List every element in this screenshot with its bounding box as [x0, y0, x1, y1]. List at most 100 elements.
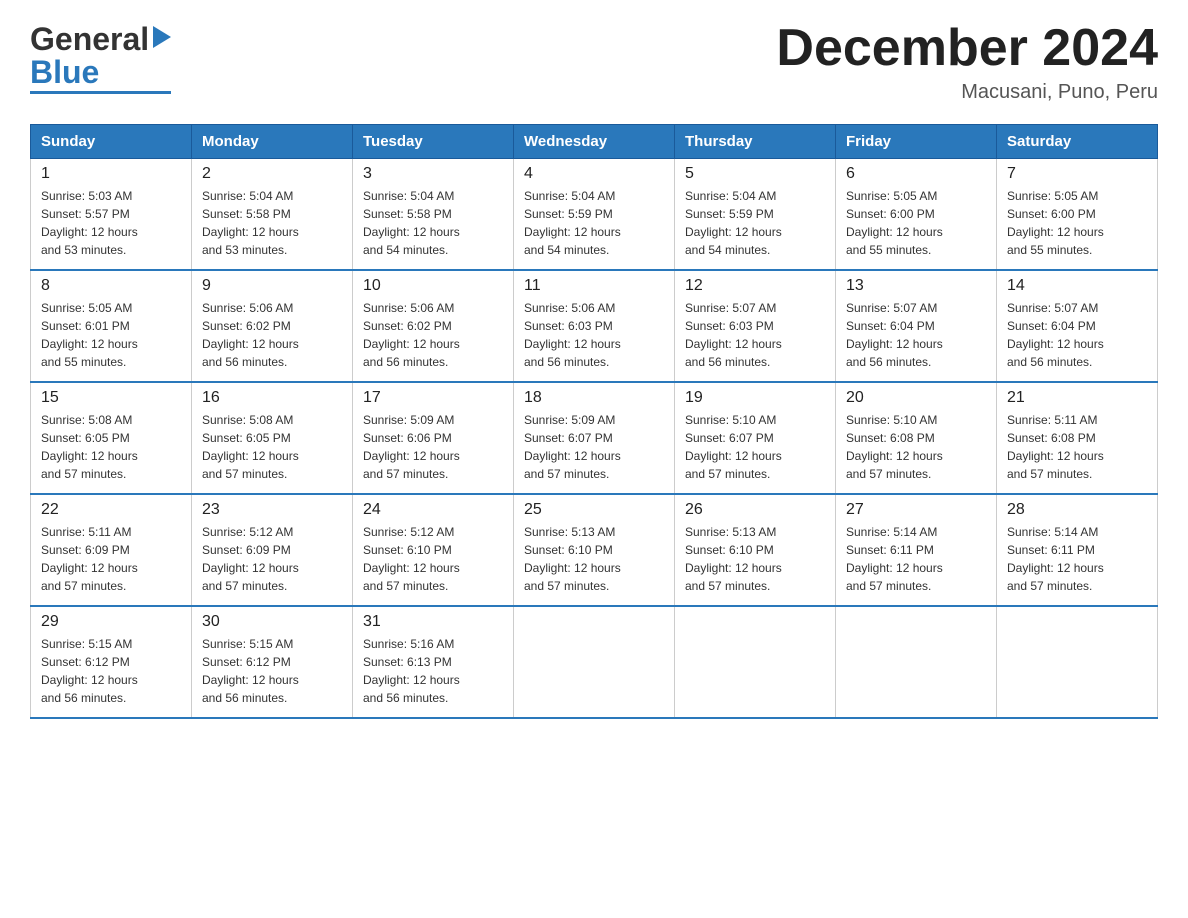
day-number: 17 — [363, 389, 503, 407]
calendar-header-row: Sunday Monday Tuesday Wednesday Thursday… — [31, 125, 1158, 159]
day-info: Sunrise: 5:13 AM Sunset: 6:10 PM Dayligh… — [524, 523, 664, 595]
header-thursday: Thursday — [675, 125, 836, 159]
calendar-day-cell: 22 Sunrise: 5:11 AM Sunset: 6:09 PM Dayl… — [31, 494, 192, 606]
day-number: 13 — [846, 277, 986, 295]
day-number: 27 — [846, 501, 986, 519]
calendar-day-cell: 1 Sunrise: 5:03 AM Sunset: 5:57 PM Dayli… — [31, 159, 192, 271]
location-text: Macusani, Puno, Peru — [776, 81, 1158, 104]
calendar-day-cell: 9 Sunrise: 5:06 AM Sunset: 6:02 PM Dayli… — [192, 270, 353, 382]
day-number: 20 — [846, 389, 986, 407]
header-tuesday: Tuesday — [353, 125, 514, 159]
day-number: 22 — [41, 501, 181, 519]
day-info: Sunrise: 5:09 AM Sunset: 6:06 PM Dayligh… — [363, 411, 503, 483]
day-info: Sunrise: 5:10 AM Sunset: 6:07 PM Dayligh… — [685, 411, 825, 483]
day-number: 16 — [202, 389, 342, 407]
calendar-day-cell: 18 Sunrise: 5:09 AM Sunset: 6:07 PM Dayl… — [514, 382, 675, 494]
day-number: 6 — [846, 165, 986, 183]
day-number: 30 — [202, 613, 342, 631]
day-number: 14 — [1007, 277, 1147, 295]
calendar-day-cell — [997, 606, 1158, 718]
day-info: Sunrise: 5:10 AM Sunset: 6:08 PM Dayligh… — [846, 411, 986, 483]
calendar-day-cell: 24 Sunrise: 5:12 AM Sunset: 6:10 PM Dayl… — [353, 494, 514, 606]
day-info: Sunrise: 5:14 AM Sunset: 6:11 PM Dayligh… — [846, 523, 986, 595]
calendar-day-cell — [675, 606, 836, 718]
day-number: 23 — [202, 501, 342, 519]
calendar-week-row: 8 Sunrise: 5:05 AM Sunset: 6:01 PM Dayli… — [31, 270, 1158, 382]
day-number: 25 — [524, 501, 664, 519]
day-info: Sunrise: 5:04 AM Sunset: 5:59 PM Dayligh… — [685, 187, 825, 259]
logo-general-text: General — [30, 20, 149, 58]
calendar-day-cell: 3 Sunrise: 5:04 AM Sunset: 5:58 PM Dayli… — [353, 159, 514, 271]
day-number: 3 — [363, 165, 503, 183]
day-number: 21 — [1007, 389, 1147, 407]
calendar-day-cell: 20 Sunrise: 5:10 AM Sunset: 6:08 PM Dayl… — [836, 382, 997, 494]
calendar-day-cell: 12 Sunrise: 5:07 AM Sunset: 6:03 PM Dayl… — [675, 270, 836, 382]
day-number: 15 — [41, 389, 181, 407]
day-info: Sunrise: 5:06 AM Sunset: 6:03 PM Dayligh… — [524, 299, 664, 371]
day-number: 31 — [363, 613, 503, 631]
day-info: Sunrise: 5:12 AM Sunset: 6:09 PM Dayligh… — [202, 523, 342, 595]
day-number: 11 — [524, 277, 664, 295]
day-number: 5 — [685, 165, 825, 183]
day-info: Sunrise: 5:06 AM Sunset: 6:02 PM Dayligh… — [202, 299, 342, 371]
header-saturday: Saturday — [997, 125, 1158, 159]
day-info: Sunrise: 5:11 AM Sunset: 6:08 PM Dayligh… — [1007, 411, 1147, 483]
day-info: Sunrise: 5:15 AM Sunset: 6:12 PM Dayligh… — [202, 635, 342, 707]
header-monday: Monday — [192, 125, 353, 159]
day-number: 9 — [202, 277, 342, 295]
day-info: Sunrise: 5:05 AM Sunset: 6:00 PM Dayligh… — [1007, 187, 1147, 259]
calendar-day-cell: 16 Sunrise: 5:08 AM Sunset: 6:05 PM Dayl… — [192, 382, 353, 494]
calendar-day-cell: 30 Sunrise: 5:15 AM Sunset: 6:12 PM Dayl… — [192, 606, 353, 718]
day-info: Sunrise: 5:09 AM Sunset: 6:07 PM Dayligh… — [524, 411, 664, 483]
day-number: 19 — [685, 389, 825, 407]
day-number: 24 — [363, 501, 503, 519]
calendar-week-row: 15 Sunrise: 5:08 AM Sunset: 6:05 PM Dayl… — [31, 382, 1158, 494]
day-number: 8 — [41, 277, 181, 295]
calendar-day-cell: 17 Sunrise: 5:09 AM Sunset: 6:06 PM Dayl… — [353, 382, 514, 494]
day-info: Sunrise: 5:07 AM Sunset: 6:03 PM Dayligh… — [685, 299, 825, 371]
day-info: Sunrise: 5:08 AM Sunset: 6:05 PM Dayligh… — [202, 411, 342, 483]
calendar-day-cell: 11 Sunrise: 5:06 AM Sunset: 6:03 PM Dayl… — [514, 270, 675, 382]
logo-blue-text: Blue — [30, 56, 171, 88]
header-friday: Friday — [836, 125, 997, 159]
day-info: Sunrise: 5:14 AM Sunset: 6:11 PM Dayligh… — [1007, 523, 1147, 595]
day-info: Sunrise: 5:07 AM Sunset: 6:04 PM Dayligh… — [846, 299, 986, 371]
day-info: Sunrise: 5:15 AM Sunset: 6:12 PM Dayligh… — [41, 635, 181, 707]
calendar-day-cell: 27 Sunrise: 5:14 AM Sunset: 6:11 PM Dayl… — [836, 494, 997, 606]
calendar-week-row: 22 Sunrise: 5:11 AM Sunset: 6:09 PM Dayl… — [31, 494, 1158, 606]
page-header: General Blue December 2024 Macusani, Pun… — [30, 20, 1158, 104]
logo: General Blue — [30, 20, 171, 94]
day-info: Sunrise: 5:13 AM Sunset: 6:10 PM Dayligh… — [685, 523, 825, 595]
day-number: 10 — [363, 277, 503, 295]
day-info: Sunrise: 5:04 AM Sunset: 5:58 PM Dayligh… — [363, 187, 503, 259]
calendar-day-cell: 5 Sunrise: 5:04 AM Sunset: 5:59 PM Dayli… — [675, 159, 836, 271]
header-sunday: Sunday — [31, 125, 192, 159]
calendar-day-cell: 6 Sunrise: 5:05 AM Sunset: 6:00 PM Dayli… — [836, 159, 997, 271]
calendar-day-cell: 29 Sunrise: 5:15 AM Sunset: 6:12 PM Dayl… — [31, 606, 192, 718]
logo-triangle-icon — [153, 26, 171, 48]
month-title: December 2024 — [776, 20, 1158, 77]
day-info: Sunrise: 5:04 AM Sunset: 5:58 PM Dayligh… — [202, 187, 342, 259]
title-block: December 2024 Macusani, Puno, Peru — [776, 20, 1158, 104]
day-number: 7 — [1007, 165, 1147, 183]
calendar-week-row: 1 Sunrise: 5:03 AM Sunset: 5:57 PM Dayli… — [31, 159, 1158, 271]
calendar-day-cell: 23 Sunrise: 5:12 AM Sunset: 6:09 PM Dayl… — [192, 494, 353, 606]
calendar-day-cell — [514, 606, 675, 718]
day-info: Sunrise: 5:16 AM Sunset: 6:13 PM Dayligh… — [363, 635, 503, 707]
calendar-day-cell: 4 Sunrise: 5:04 AM Sunset: 5:59 PM Dayli… — [514, 159, 675, 271]
day-info: Sunrise: 5:07 AM Sunset: 6:04 PM Dayligh… — [1007, 299, 1147, 371]
day-info: Sunrise: 5:06 AM Sunset: 6:02 PM Dayligh… — [363, 299, 503, 371]
day-number: 2 — [202, 165, 342, 183]
day-info: Sunrise: 5:04 AM Sunset: 5:59 PM Dayligh… — [524, 187, 664, 259]
day-number: 4 — [524, 165, 664, 183]
day-info: Sunrise: 5:03 AM Sunset: 5:57 PM Dayligh… — [41, 187, 181, 259]
calendar-day-cell: 8 Sunrise: 5:05 AM Sunset: 6:01 PM Dayli… — [31, 270, 192, 382]
calendar-day-cell — [836, 606, 997, 718]
calendar-table: Sunday Monday Tuesday Wednesday Thursday… — [30, 124, 1158, 719]
calendar-day-cell: 19 Sunrise: 5:10 AM Sunset: 6:07 PM Dayl… — [675, 382, 836, 494]
day-number: 12 — [685, 277, 825, 295]
logo-underline — [30, 91, 171, 94]
day-number: 29 — [41, 613, 181, 631]
calendar-day-cell: 21 Sunrise: 5:11 AM Sunset: 6:08 PM Dayl… — [997, 382, 1158, 494]
calendar-day-cell: 14 Sunrise: 5:07 AM Sunset: 6:04 PM Dayl… — [997, 270, 1158, 382]
